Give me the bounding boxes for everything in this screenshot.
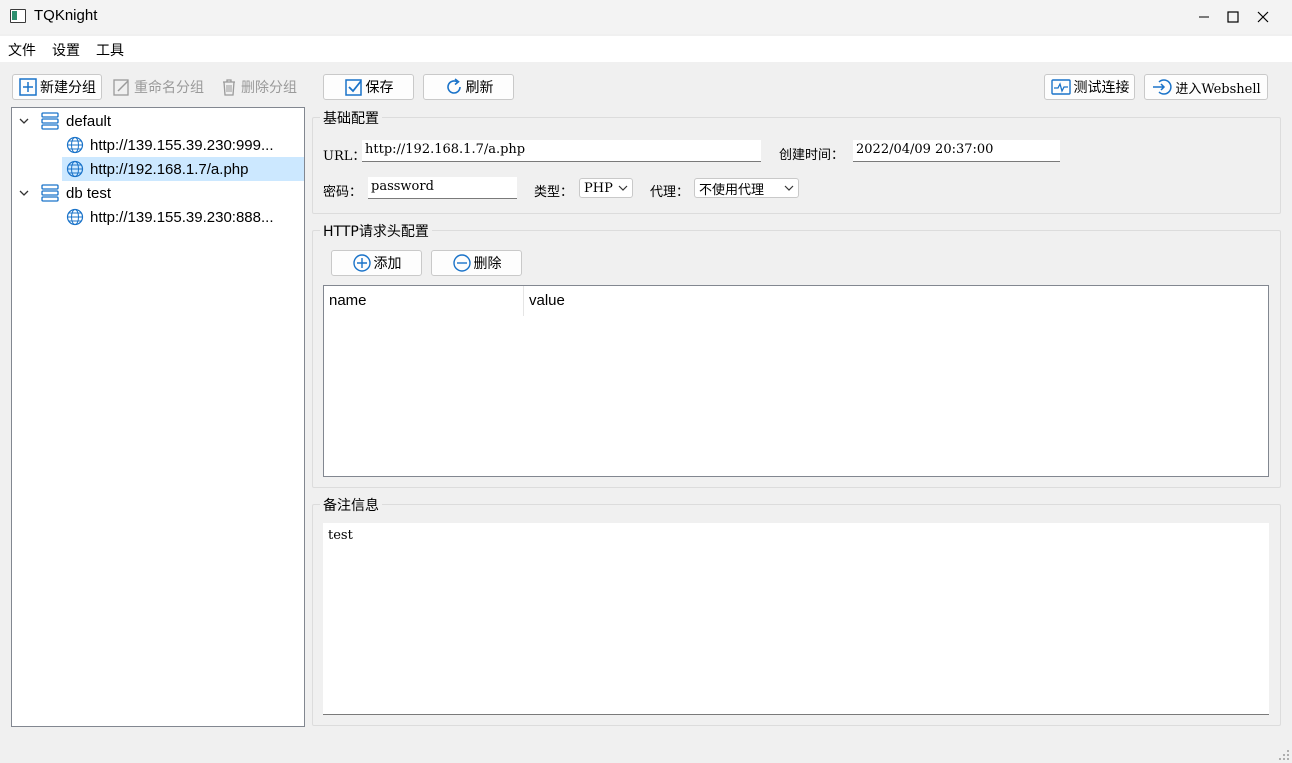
- rename-group-label: 重命名分组: [134, 80, 204, 96]
- monitor-pulse-icon: [1050, 79, 1071, 95]
- window-title: TQKnight: [34, 7, 98, 24]
- minus-circle-icon: [452, 254, 471, 272]
- refresh-icon: [446, 78, 461, 94]
- new-group-button[interactable]: 新建分组: [12, 74, 102, 100]
- enter-icon: [1153, 79, 1172, 95]
- delete-group-label: 删除分组: [241, 80, 297, 96]
- database-icon: [41, 112, 59, 130]
- delete-group-button[interactable]: 删除分组: [214, 74, 302, 100]
- basic-config-group: [312, 117, 1281, 214]
- add-header-label: 添加: [373, 256, 402, 272]
- notes-textarea[interactable]: test: [323, 523, 1269, 715]
- enter-webshell-label: 进入Webshell: [1175, 81, 1261, 97]
- url-label: URL：: [323, 149, 366, 164]
- chevron-down-icon: [618, 185, 628, 191]
- database-icon: [41, 184, 59, 202]
- chevron-down-icon: [19, 118, 29, 124]
- tree-group-label: db test: [66, 184, 112, 202]
- http-headers-title: HTTP请求头配置: [320, 221, 432, 241]
- chevron-down-icon: [784, 185, 794, 191]
- title-bar: TQKnight: [0, 0, 1292, 34]
- close-button[interactable]: [1234, 0, 1292, 34]
- globe-icon: [66, 208, 84, 226]
- save-label: 保存: [365, 80, 394, 96]
- enter-webshell-button[interactable]: 进入Webshell: [1144, 74, 1268, 100]
- menu-file[interactable]: 文件: [0, 36, 44, 62]
- add-header-button[interactable]: 添加: [331, 250, 422, 276]
- close-icon: [1257, 11, 1269, 23]
- tree-item-selected[interactable]: http://192.168.1.7/a.php: [62, 157, 304, 181]
- menu-tools[interactable]: 工具: [88, 36, 132, 62]
- shell-tree[interactable]: default http://139.155.39.230:999... htt…: [11, 107, 305, 727]
- created-time-input[interactable]: 2022/04/09 20:37:00: [853, 140, 1060, 162]
- tree-item[interactable]: http://139.155.39.230:999...: [12, 133, 304, 157]
- chevron-down-icon: [19, 190, 29, 196]
- menu-settings[interactable]: 设置: [44, 36, 88, 62]
- tree-group-db-test[interactable]: db test: [12, 181, 304, 205]
- tree-item-label: http://139.155.39.230:999...: [90, 136, 274, 154]
- delete-header-button[interactable]: 删除: [431, 250, 522, 276]
- type-select-value: PHP: [584, 180, 613, 196]
- test-connection-label: 测试连接: [1073, 80, 1130, 96]
- checkbox-icon: [344, 79, 362, 96]
- menu-bar: 文件 设置 工具: [0, 36, 1292, 62]
- app-icon: [10, 9, 26, 23]
- headers-table[interactable]: name value: [323, 285, 1269, 477]
- tree-item-label: http://192.168.1.7/a.php: [90, 160, 249, 178]
- tree-item[interactable]: http://139.155.39.230:888...: [12, 205, 304, 229]
- delete-header-label: 删除: [473, 256, 502, 272]
- rename-group-button[interactable]: 重命名分组: [106, 74, 210, 100]
- url-input[interactable]: http://192.168.1.7/a.php: [362, 140, 761, 162]
- basic-config-title: 基础配置: [320, 108, 382, 128]
- column-header-name[interactable]: name: [324, 286, 524, 316]
- plus-circle-icon: [352, 254, 371, 272]
- globe-icon: [66, 136, 84, 154]
- save-button[interactable]: 保存: [323, 74, 414, 100]
- column-header-value[interactable]: value: [524, 286, 1268, 316]
- tree-item-label: http://139.155.39.230:888...: [90, 208, 274, 226]
- created-time-label: 创建时间：: [779, 148, 845, 163]
- tree-group-default[interactable]: default: [12, 109, 304, 133]
- tree-group-label: default: [66, 112, 112, 130]
- add-box-icon: [19, 78, 37, 96]
- globe-icon: [66, 160, 84, 178]
- proxy-label: 代理：: [650, 185, 690, 200]
- refresh-label: 刷新: [465, 80, 494, 96]
- proxy-select[interactable]: 不使用代理: [694, 178, 799, 198]
- type-select[interactable]: PHP: [579, 178, 633, 198]
- trash-icon: [223, 79, 235, 96]
- password-input[interactable]: password: [368, 177, 517, 199]
- test-connection-button[interactable]: 测试连接: [1044, 74, 1135, 100]
- notes-title: 备注信息: [320, 495, 382, 515]
- new-group-label: 新建分组: [40, 80, 96, 96]
- proxy-select-value: 不使用代理: [699, 182, 765, 198]
- refresh-button[interactable]: 刷新: [423, 74, 514, 100]
- password-label: 密码：: [323, 185, 363, 200]
- resize-grip-icon[interactable]: [1278, 749, 1290, 761]
- type-label: 类型：: [534, 185, 574, 200]
- edit-icon: [113, 79, 129, 96]
